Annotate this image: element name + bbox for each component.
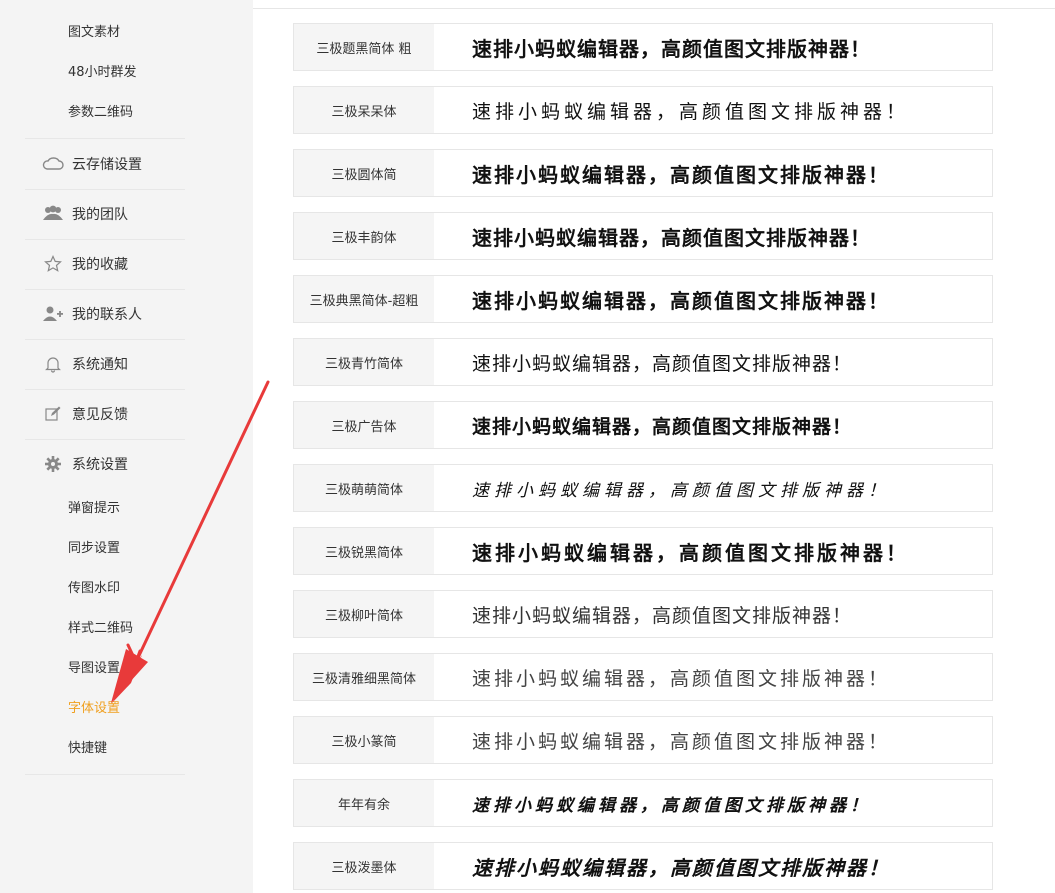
settings-item-shortcuts[interactable]: 快捷键: [68, 741, 107, 757]
sidebar-item-48h-broadcast[interactable]: 48小时群发: [68, 65, 137, 81]
sidebar-divider: [25, 239, 185, 240]
font-option[interactable]: 三极青竹简体 速排小蚂蚁编辑器，高颜值图文排版神器！: [293, 338, 993, 386]
gear-icon: [42, 454, 64, 474]
edit-icon: [42, 404, 64, 424]
font-sample: 速排小蚂蚁编辑器，高颜值图文排版神器！: [472, 604, 853, 627]
sidebar-divider: [25, 289, 185, 290]
sidebar-item-system-settings[interactable]: 系统设置: [42, 454, 128, 474]
font-option[interactable]: 三极锐黑简体 速排小蚂蚁编辑器，高颜值图文排版神器！: [293, 527, 993, 575]
star-icon: [42, 254, 64, 274]
font-name: 三极小篆简: [294, 717, 434, 763]
sidebar-item-label: 我的收藏: [72, 257, 128, 273]
sidebar-item-my-contacts[interactable]: 我的联系人: [42, 304, 142, 324]
bell-icon: [42, 354, 64, 374]
settings-item-image-watermark[interactable]: 传图水印: [68, 581, 120, 597]
font-option[interactable]: 三极题黑简体 粗 速排小蚂蚁编辑器，高颜值图文排版神器！: [293, 23, 993, 71]
font-name: 三极锐黑简体: [294, 528, 434, 574]
settings-item-export-image[interactable]: 导图设置: [68, 661, 120, 677]
font-name: 三极圆体简: [294, 150, 434, 196]
font-option[interactable]: 三极清雅细黑简体 速排小蚂蚁编辑器，高颜值图文排版神器！: [293, 653, 993, 701]
font-sample: 速排小蚂蚁编辑器，高颜值图文排版神器！: [472, 288, 890, 313]
add-contact-icon: [42, 304, 64, 324]
sidebar-item-label: 我的团队: [72, 207, 128, 223]
sidebar-divider: [25, 439, 185, 440]
font-sample: 速排小蚂蚁编辑器，高颜值图文排版神器！: [472, 855, 890, 880]
font-sample: 速排小蚂蚁编辑器，高颜值图文排版神器！: [472, 795, 871, 816]
sidebar-item-parameter-qrcode[interactable]: 参数二维码: [68, 105, 133, 121]
top-header-edge: [253, 0, 1055, 9]
sidebar-item-label: 意见反馈: [72, 407, 128, 423]
font-name: 三极青竹简体: [294, 339, 434, 385]
sidebar: 图文素材 48小时群发 参数二维码 云存储设置 我的团队 我的收藏 我的联系人 …: [0, 0, 253, 893]
font-option[interactable]: 年年有余 速排小蚂蚁编辑器，高颜值图文排版神器！: [293, 779, 993, 827]
font-option[interactable]: 三极圆体简 速排小蚂蚁编辑器，高颜值图文排版神器！: [293, 149, 993, 197]
font-sample: 速排小蚂蚁编辑器，高颜值图文排版神器！: [472, 162, 890, 187]
settings-item-popup-tips[interactable]: 弹窗提示: [68, 501, 120, 517]
font-name: 三极丰韵体: [294, 213, 434, 259]
font-name: 三极题黑简体 粗: [294, 24, 434, 70]
team-icon: [42, 204, 64, 224]
font-name: 三极典黑简体-超粗: [294, 276, 434, 322]
font-name: 三极呆呆体: [294, 87, 434, 133]
font-name: 三极萌萌简体: [294, 465, 434, 511]
font-option[interactable]: 三极典黑简体-超粗 速排小蚂蚁编辑器，高颜值图文排版神器！: [293, 275, 993, 323]
font-name: 年年有余: [294, 780, 434, 826]
font-sample: 速排小蚂蚁编辑器，高颜值图文排版神器！: [472, 352, 853, 375]
font-option[interactable]: 三极小篆简 速排小蚂蚁编辑器，高颜值图文排版神器！: [293, 716, 993, 764]
sidebar-divider: [25, 774, 185, 775]
sidebar-item-my-favorites[interactable]: 我的收藏: [42, 254, 128, 274]
settings-item-style-qrcode[interactable]: 样式二维码: [68, 621, 133, 637]
font-sample: 速排小蚂蚁编辑器，高颜值图文排版神器！: [472, 225, 871, 250]
font-option[interactable]: 三极萌萌简体 速排小蚂蚁编辑器，高颜值图文排版神器！: [293, 464, 993, 512]
font-name: 三极广告体: [294, 402, 434, 448]
sidebar-item-system-notice[interactable]: 系统通知: [42, 354, 128, 374]
font-sample: 速排小蚂蚁编辑器，高颜值图文排版神器！: [472, 730, 891, 753]
sidebar-item-label: 系统设置: [72, 457, 128, 473]
font-option[interactable]: 三极柳叶简体 速排小蚂蚁编辑器，高颜值图文排版神器！: [293, 590, 993, 638]
sidebar-divider: [25, 189, 185, 190]
sidebar-item-label: 系统通知: [72, 357, 128, 373]
font-option[interactable]: 三极丰韵体 速排小蚂蚁编辑器，高颜值图文排版神器！: [293, 212, 993, 260]
settings-item-sync[interactable]: 同步设置: [68, 541, 120, 557]
font-name: 三极柳叶简体: [294, 591, 434, 637]
font-name: 三极清雅细黑简体: [294, 654, 434, 700]
font-sample: 速排小蚂蚁编辑器，高颜值图文排版神器！: [472, 667, 891, 690]
sidebar-divider: [25, 339, 185, 340]
sidebar-item-feedback[interactable]: 意见反馈: [42, 404, 128, 424]
font-sample: 速排小蚂蚁编辑器，高颜值图文排版神器！: [472, 480, 890, 501]
sidebar-divider: [25, 138, 185, 139]
settings-item-font-settings[interactable]: 字体设置: [68, 701, 120, 717]
cloud-icon: [42, 154, 64, 174]
font-option[interactable]: 三极广告体 速排小蚂蚁编辑器，高颜值图文排版神器！: [293, 401, 993, 449]
sidebar-item-label: 云存储设置: [72, 157, 142, 173]
font-name: 三极泼墨体: [294, 843, 434, 889]
font-option[interactable]: 三极泼墨体 速排小蚂蚁编辑器，高颜值图文排版神器！: [293, 842, 993, 890]
sidebar-divider: [25, 389, 185, 390]
font-sample: 速排小蚂蚁编辑器，高颜值图文排版神器！: [472, 100, 910, 123]
sidebar-item-graphic-material[interactable]: 图文素材: [68, 25, 120, 41]
sidebar-item-label: 我的联系人: [72, 307, 142, 323]
font-sample: 速排小蚂蚁编辑器，高颜值图文排版神器！: [472, 36, 871, 61]
font-option[interactable]: 三极呆呆体 速排小蚂蚁编辑器，高颜值图文排版神器！: [293, 86, 993, 134]
sidebar-item-my-team[interactable]: 我的团队: [42, 204, 128, 224]
font-sample: 速排小蚂蚁编辑器，高颜值图文排版神器！: [472, 540, 909, 565]
font-sample: 速排小蚂蚁编辑器，高颜值图文排版神器！: [472, 415, 853, 438]
sidebar-item-cloud-storage[interactable]: 云存储设置: [42, 154, 142, 174]
